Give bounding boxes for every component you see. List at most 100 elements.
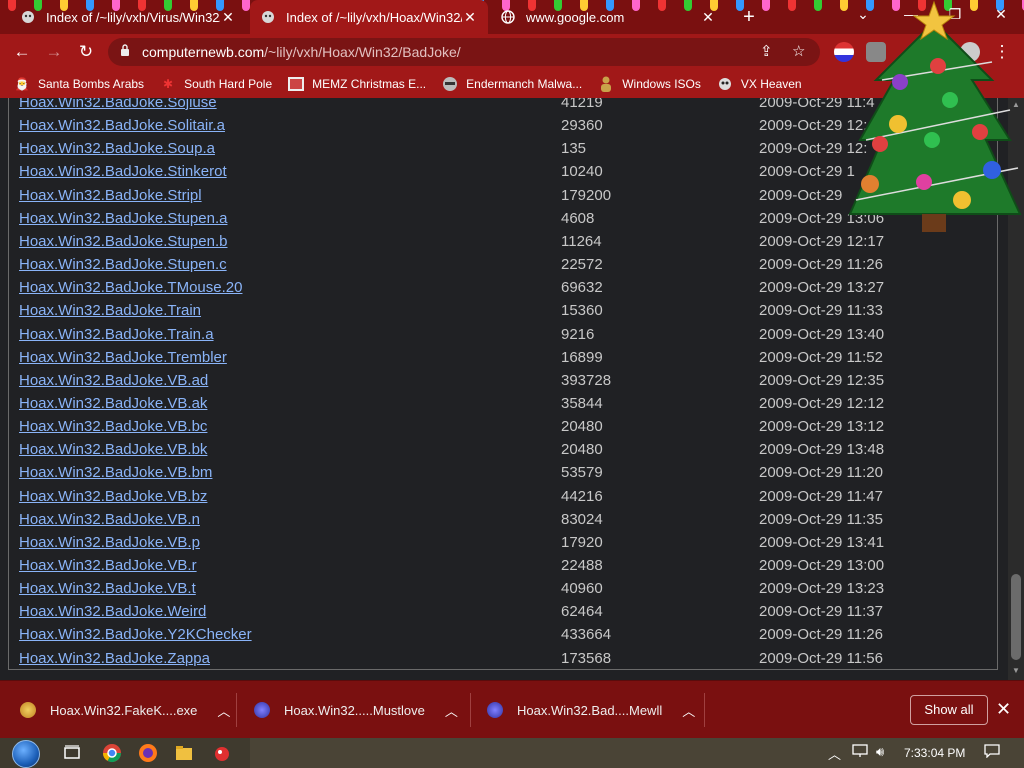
file-date: 2009-Oct-29 11:33 [759, 302, 883, 320]
volume-icon[interactable]: 🔊︎ [876, 744, 884, 760]
extension-s-icon[interactable] [866, 42, 886, 62]
download-item[interactable]: Hoax.Win32.....Mustlove ︿ [254, 681, 458, 739]
divider [236, 693, 237, 727]
tab-virus-index[interactable]: Index of /~lily/vxh/Virus/Win32/ ✕ [10, 0, 246, 34]
close-tab-icon[interactable]: ✕ [462, 9, 478, 26]
file-link[interactable]: Hoax.Win32.BadJoke.Train [19, 299, 201, 322]
file-link[interactable]: Hoax.Win32.BadJoke.Train.a [19, 323, 214, 346]
download-filename: Hoax.Win32.....Mustlove [284, 702, 425, 718]
download-bar: Hoax.Win32.FakeK....exe ︿ Hoax.Win32....… [0, 680, 1024, 738]
download-item[interactable]: Hoax.Win32.Bad....Mewll ︿ [487, 681, 695, 739]
lock-icon[interactable] [120, 44, 130, 59]
table-row: Hoax.Win32.BadJoke.Stupen.c 22572 2009-Oct… [0, 253, 1000, 276]
file-date: 2009-Oct-29 13:06 [759, 209, 885, 227]
file-link[interactable]: Hoax.Win32.BadJoke.VB.bm [19, 461, 212, 484]
new-tab-button[interactable]: + [738, 6, 760, 28]
bookmark-endermanch-malware[interactable]: Endermanch Malwa... [442, 76, 582, 92]
chevron-up-icon[interactable]: ︿ [682, 701, 695, 720]
url-path: /~lily/vxh/Hoax/Win32/BadJoke/ [264, 44, 461, 60]
close-download-bar-icon[interactable]: ✕ [996, 699, 1011, 720]
light-bulb-decoration [970, 0, 978, 11]
file-link[interactable]: Hoax.Win32.BadJoke.VB.bz [19, 485, 207, 508]
vertical-scrollbar[interactable]: ▲ ▼ [1008, 98, 1024, 680]
show-all-downloads-button[interactable]: Show all [910, 695, 988, 725]
download-item[interactable]: Hoax.Win32.FakeK....exe ︿ [20, 681, 230, 739]
tab-google[interactable]: www.google.com ✕ [490, 0, 726, 34]
file-link[interactable]: Hoax.Win32.BadJoke.VB.bk [19, 438, 207, 461]
file-link[interactable]: Hoax.Win32.BadJoke.Stripl [19, 184, 202, 207]
table-row: Hoax.Win32.BadJoke.Solitair.a 29360 2009-O… [0, 114, 1000, 137]
file-size: 20480 [561, 441, 603, 459]
back-icon[interactable]: ← [10, 40, 34, 64]
file-link[interactable]: Hoax.Win32.BadJoke.TMouse.20 [19, 276, 242, 299]
network-icon[interactable] [852, 744, 868, 761]
restore-icon[interactable]: ❐ [944, 6, 966, 23]
file-link[interactable]: Hoax.Win32.BadJoke.Stinkerot [19, 160, 227, 183]
file-link[interactable]: Hoax.Win32.BadJoke.VB.n [19, 508, 200, 531]
action-center-icon[interactable] [984, 744, 1000, 761]
task-view-icon[interactable] [62, 743, 82, 763]
minimize-icon[interactable]: — [900, 6, 922, 22]
file-link[interactable]: Hoax.Win32.BadJoke.Solitair.a [19, 114, 225, 137]
bookmark-memz-christmas[interactable]: MEMZ Christmas E... [288, 76, 426, 92]
chevron-up-icon[interactable]: ︿ [217, 701, 230, 720]
scroll-down-arrow-icon[interactable]: ▼ [1008, 664, 1024, 678]
table-row: Hoax.Win32.BadJoke.Stinkerot 10240 2009-Oc… [0, 160, 1000, 183]
forward-icon[interactable]: → [42, 40, 66, 64]
file-link[interactable]: Hoax.Win32.BadJoke.Zappa [19, 647, 210, 670]
firefox-icon[interactable] [138, 743, 158, 763]
file-link[interactable]: Hoax.Win32.BadJoke.VB.p [19, 531, 200, 554]
profile-avatar-icon[interactable] [960, 42, 980, 62]
file-link[interactable]: Hoax.Win32.BadJoke.Y2KChecker [19, 623, 252, 646]
bookmark-vx-heaven[interactable]: VX Heaven [717, 76, 802, 92]
bookmark-santa-bombs-arabs[interactable]: 🎅 Santa Bombs Arabs [14, 76, 145, 92]
file-link[interactable]: Hoax.Win32.BadJoke.Sojiuse [19, 98, 217, 114]
file-link[interactable]: Hoax.Win32.BadJoke.VB.ad [19, 369, 208, 392]
file-link[interactable]: Hoax.Win32.BadJoke.VB.ak [19, 392, 207, 415]
file-link[interactable]: Hoax.Win32.BadJoke.VB.bc [19, 415, 207, 438]
file-link[interactable]: Hoax.Win32.BadJoke.Stupen.a [19, 207, 227, 230]
close-tab-icon[interactable]: ✕ [700, 9, 716, 26]
bookmark-windows-isos[interactable]: Windows ISOs [598, 76, 701, 92]
bomb-app-icon[interactable] [212, 743, 232, 763]
table-row: Hoax.Win32.BadJoke.VB.t 40960 2009-Oct-29 … [0, 577, 1000, 600]
file-link[interactable]: Hoax.Win32.BadJoke.Trembler [19, 346, 227, 369]
url-text[interactable]: computernewb.com/~lily/vxh/Hoax/Win32/Ba… [142, 44, 461, 60]
share-icon[interactable]: ⇪ [760, 42, 773, 60]
file-link[interactable]: Hoax.Win32.BadJoke.Stupen.b [19, 230, 227, 253]
show-hidden-icons-icon[interactable]: ︿ [828, 744, 841, 763]
file-link[interactable]: Hoax.Win32.BadJoke.VB.r [19, 554, 197, 577]
light-bulb-decoration [840, 0, 848, 11]
file-explorer-icon[interactable] [174, 743, 194, 763]
table-row: Hoax.Win32.BadJoke.Train.a 9216 2009-Oct-2… [0, 323, 1000, 346]
file-link[interactable]: Hoax.Win32.BadJoke.Stupen.c [19, 253, 227, 276]
extension-flag-icon[interactable] [834, 42, 854, 62]
menu-kebab-icon[interactable]: ⋮ [990, 40, 1014, 64]
file-date: 2009-Oct-29 11:52 [759, 348, 883, 366]
light-bulb-decoration [814, 0, 822, 11]
file-date: 2009-Oct-29 12:35 [759, 371, 885, 389]
taskbar-clock[interactable]: 7:33:04 PM [904, 746, 965, 760]
light-bulb-decoration [892, 0, 900, 11]
file-link[interactable]: Hoax.Win32.BadJoke.VB.t [19, 577, 196, 600]
file-date: 2009-Oct-29 11:26 [759, 256, 883, 274]
tab-hoax-index[interactable]: Index of /~lily/vxh/Hoax/Win32/ ✕ [250, 0, 488, 34]
start-button[interactable] [8, 738, 44, 768]
bookmark-star-icon[interactable]: ☆ [792, 42, 805, 60]
close-window-icon[interactable]: ✕ [990, 6, 1012, 23]
tab-search-icon[interactable]: ⌄ [852, 6, 874, 23]
bookmark-south-hard-pole[interactable]: ✱ South Hard Pole [160, 76, 272, 92]
chevron-up-icon[interactable]: ︿ [445, 701, 458, 720]
table-row: Hoax.Win32.BadJoke.Stripl 179200 2009-Oct-… [0, 184, 1000, 207]
file-size: 393728 [561, 371, 612, 389]
address-bar[interactable]: computernewb.com/~lily/vxh/Hoax/Win32/Ba… [108, 38, 820, 66]
file-date: 2009-Oct-29 12:12 [759, 394, 885, 412]
scroll-thumb[interactable] [1011, 574, 1021, 660]
reload-icon[interactable]: ↻ [74, 40, 98, 64]
close-tab-icon[interactable]: ✕ [220, 9, 236, 26]
scroll-up-arrow-icon[interactable]: ▲ [1008, 98, 1024, 112]
file-link[interactable]: Hoax.Win32.BadJoke.Soup.a [19, 137, 215, 160]
image-icon [288, 76, 305, 92]
chrome-icon[interactable] [102, 743, 122, 763]
file-link[interactable]: Hoax.Win32.BadJoke.Weird [19, 600, 206, 623]
